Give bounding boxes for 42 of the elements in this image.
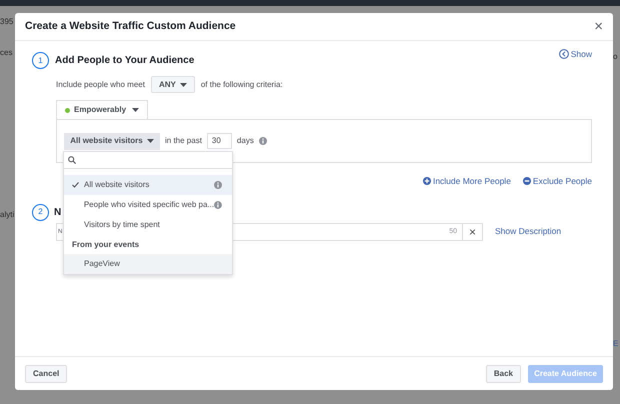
dropdown-option[interactable]: PageView: [64, 254, 232, 274]
minus-circle-icon: [522, 177, 531, 186]
clear-button[interactable]: ×: [462, 224, 482, 240]
dropdown-option[interactable]: All website visitors: [64, 175, 232, 195]
visitors-dropdown[interactable]: All website visitors: [64, 132, 160, 150]
criteria-text: Include people who meet: [56, 78, 145, 90]
section-heading: Add People to Your Audience: [55, 54, 196, 68]
chevron-left-icon: [558, 49, 569, 60]
dropdown-option[interactable]: Visitors by time spent: [64, 215, 232, 235]
background-text: E: [613, 338, 618, 350]
criteria-text: of the following criteria:: [200, 78, 283, 90]
match-dropdown[interactable]: ANY: [150, 76, 195, 93]
caret-icon: [180, 82, 187, 86]
caret-icon: [146, 139, 154, 143]
source-tab[interactable]: Empowerably: [56, 100, 148, 119]
exclude-link[interactable]: Exclude People: [522, 175, 592, 188]
section-heading: N: [54, 206, 62, 220]
info-icon: [258, 137, 267, 145]
dialog-title: Create a Website Traffic Custom Audience: [25, 18, 237, 34]
plus-circle-icon: [422, 177, 431, 186]
close-button[interactable]: ×: [594, 19, 603, 34]
info-icon: [214, 181, 222, 189]
show-description-link[interactable]: Show Description: [495, 225, 562, 238]
show-link[interactable]: Show: [558, 48, 592, 61]
rule-text: days: [236, 135, 254, 147]
include-more-link[interactable]: Include More People: [422, 175, 511, 188]
group-heading: From your events: [71, 238, 140, 251]
background-text: 395: [0, 16, 14, 28]
back-button[interactable]: Back: [486, 364, 521, 382]
step-number: 2: [32, 204, 49, 221]
cancel-button[interactable]: Cancel: [25, 364, 68, 382]
days-field[interactable]: 30: [206, 133, 232, 149]
caret-icon: [132, 108, 139, 112]
info-icon: [214, 201, 222, 209]
step-number: 1: [32, 52, 49, 69]
check-icon: [72, 182, 79, 188]
background-text: ces: [0, 47, 12, 59]
background-text: o: [613, 51, 618, 63]
background-text: alyti: [0, 209, 14, 221]
search-icon: [68, 156, 76, 164]
rule-text: in the past: [165, 135, 202, 147]
dropdown-option[interactable]: People who visited specific web pa...: [64, 195, 232, 215]
